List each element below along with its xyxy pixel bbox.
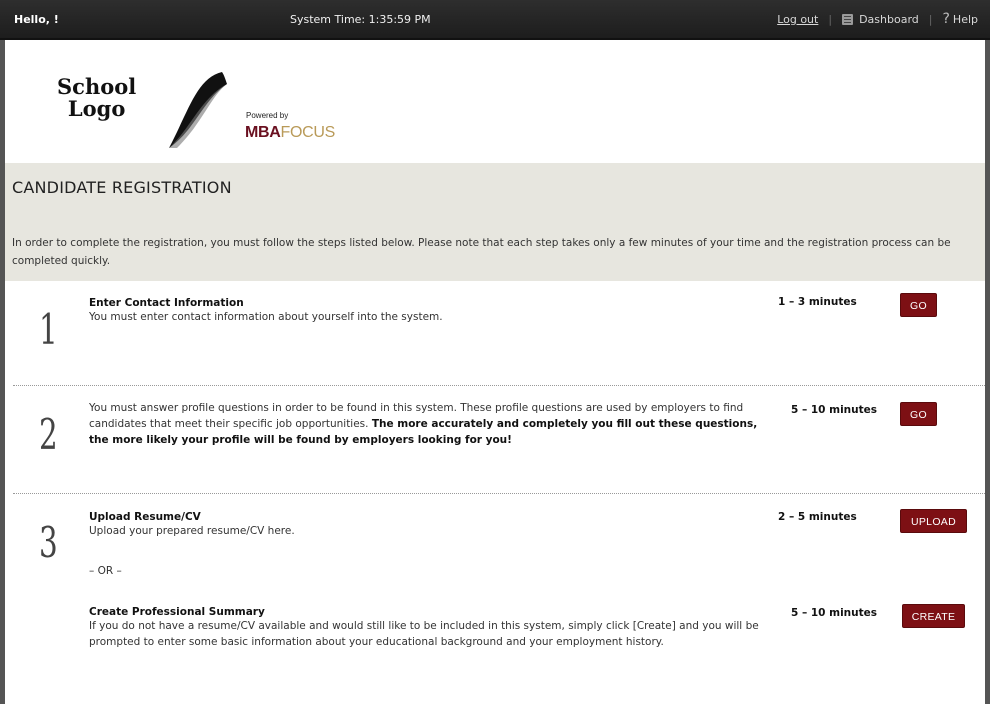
- step-duration: 2 – 5 minutes: [778, 511, 857, 523]
- alt-step-text: If you do not have a resume/CV available…: [89, 620, 759, 648]
- alt-step-title: Create Professional Summary: [89, 606, 265, 618]
- mbafocus-logo-mba: MBA: [245, 124, 281, 141]
- upload-button[interactable]: UPLOAD: [900, 509, 967, 533]
- school-logo-line2: Logo: [67, 96, 126, 121]
- logo-area: School Logo Powered by MBAFOCUS: [5, 40, 985, 163]
- step-1-go-button[interactable]: GO: [900, 293, 937, 317]
- step-2-go-button[interactable]: GO: [900, 402, 937, 426]
- dashboard-link[interactable]: Dashboard: [842, 13, 919, 26]
- dashboard-icon: [842, 14, 854, 25]
- step-title: Enter Contact Information: [89, 297, 244, 309]
- step-1: 1 Enter Contact Information You must ent…: [5, 281, 985, 384]
- step-number: 3: [39, 518, 58, 567]
- step-text: Upload your prepared resume/CV here.: [89, 525, 295, 537]
- or-separator: – OR –: [89, 565, 122, 577]
- separator: |: [928, 13, 933, 26]
- steps-list: 1 Enter Contact Information You must ent…: [5, 281, 985, 704]
- help-label: Help: [952, 13, 978, 26]
- step-2: 2 You must answer profile questions in o…: [5, 386, 985, 492]
- step-number: 1: [39, 305, 58, 354]
- mbafocus-logo-focus: FOCUS: [280, 124, 336, 141]
- help-link[interactable]: ? Help: [942, 11, 978, 27]
- step-title: Upload Resume/CV: [89, 511, 201, 523]
- mbafocus-logo: MBAFOCUS: [245, 124, 335, 142]
- top-bar-links: Log out | Dashboard | ? Help: [777, 11, 978, 27]
- dashboard-label: Dashboard: [859, 13, 919, 26]
- alt-step-duration: 5 – 10 minutes: [791, 607, 878, 619]
- logout-link[interactable]: Log out: [777, 13, 818, 26]
- step-3: 3 Upload Resume/CV Upload your prepared …: [5, 494, 985, 704]
- main-panel: School Logo Powered by MBAFOCUS CANDIDAT…: [5, 40, 985, 704]
- school-logo: School Logo: [57, 76, 136, 120]
- registration-header: CANDIDATE REGISTRATION In order to compl…: [5, 163, 985, 281]
- page-title: CANDIDATE REGISTRATION: [12, 178, 232, 197]
- top-bar: Hello, ! System Time: 1:35:59 PM Log out…: [0, 0, 990, 40]
- create-button[interactable]: CREATE: [902, 604, 965, 628]
- page-frame: Hello, ! System Time: 1:35:59 PM Log out…: [0, 0, 990, 704]
- step-duration: 5 – 10 minutes: [791, 404, 878, 416]
- powered-by-label: Powered by: [246, 111, 289, 120]
- step-text: You must enter contact information about…: [89, 311, 443, 323]
- step-duration: 1 – 3 minutes: [778, 296, 857, 308]
- intro-text: In order to complete the registration, y…: [12, 237, 951, 267]
- separator: |: [828, 13, 833, 26]
- step-number: 2: [39, 410, 58, 459]
- system-time: System Time: 1:35:59 PM: [290, 13, 431, 26]
- help-icon: ?: [942, 11, 950, 27]
- school-logo-line1: School: [57, 74, 137, 99]
- greeting: Hello, !: [14, 13, 59, 26]
- logo-swoosh-icon: [169, 72, 227, 148]
